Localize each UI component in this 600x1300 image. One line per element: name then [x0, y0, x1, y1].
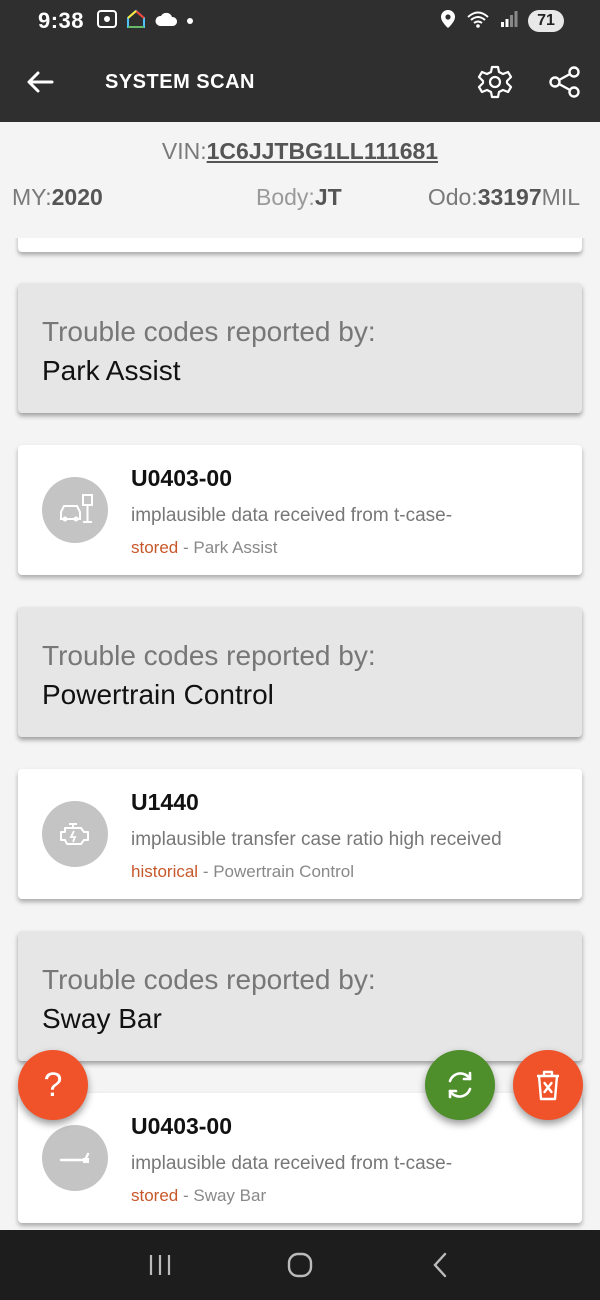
app-bar: SYSTEM SCAN: [0, 42, 600, 122]
group-module-name: Park Assist: [42, 355, 181, 386]
home-button[interactable]: [270, 1235, 330, 1295]
arrow-left-icon: [27, 71, 54, 93]
code-status: historical: [131, 862, 199, 881]
group-caption: Trouble codes reported by:: [42, 964, 376, 995]
trouble-code-card[interactable]: U1440 implausible transfer case ratio hi…: [18, 769, 582, 899]
home-circle-icon: [287, 1252, 313, 1278]
settings-button[interactable]: [460, 42, 530, 122]
system-back-button[interactable]: [410, 1235, 470, 1295]
status-time: 9:38: [38, 8, 85, 33]
odo-unit: MIL: [541, 184, 580, 210]
code-source: - Sway Bar: [178, 1186, 267, 1205]
body-value: JT: [314, 184, 342, 210]
model-year-value: 2020: [51, 184, 103, 210]
location-icon: [440, 9, 456, 34]
trouble-code-list[interactable]: Trouble codes reported by: Park Assist U…: [0, 238, 600, 1230]
trouble-code-card[interactable]: U0403-00 implausible data received from …: [18, 1093, 582, 1223]
page-title: SYSTEM SCAN: [105, 70, 255, 93]
vehicle-meta: MY:2020 Body:JT Odo:33197MIL: [0, 184, 600, 214]
cloud-icon: [154, 11, 178, 32]
odo-label: Odo:: [427, 184, 478, 210]
code-source: - Park Assist: [178, 538, 278, 557]
group-caption: Trouble codes reported by:: [42, 640, 376, 671]
refresh-button[interactable]: [425, 1050, 495, 1120]
vin-link[interactable]: 1C6JJTBG1LL111681: [207, 138, 438, 164]
dot-icon: [186, 12, 194, 30]
battery-level: 71: [528, 10, 564, 32]
code-status: stored: [131, 538, 179, 557]
help-label: ?: [43, 1065, 63, 1104]
help-button[interactable]: ?: [18, 1050, 88, 1120]
system-nav-bar: [0, 1230, 600, 1300]
trash-icon: [537, 1070, 559, 1101]
code-source: - Powertrain Control: [198, 862, 354, 881]
code-description: implausible transfer case ratio high rec…: [131, 829, 502, 850]
group-module-name: Powertrain Control: [42, 679, 274, 710]
code-description: implausible data received from t-case-: [131, 1153, 453, 1174]
share-button[interactable]: [530, 42, 600, 122]
park-assist-icon: [42, 477, 108, 543]
code-id: U1440: [131, 789, 199, 815]
group-header-powertrain-control: Trouble codes reported by: Powertrain Co…: [18, 607, 582, 737]
refresh-icon: [448, 1071, 472, 1099]
odometer: Odo:33197MIL: [428, 184, 580, 211]
group-module-name: Sway Bar: [42, 1003, 162, 1034]
home-app-icon: [126, 9, 146, 34]
back-button[interactable]: [0, 42, 80, 122]
code-footer: stored - Park Assist: [131, 538, 277, 558]
code-id: U0403-00: [131, 465, 233, 491]
model-year-label: MY:: [12, 184, 52, 210]
sway-bar-icon: [42, 1125, 108, 1191]
signal-icon: [500, 10, 518, 33]
wifi-icon: [466, 9, 490, 34]
group-caption: Trouble codes reported by:: [42, 316, 376, 347]
body-code: Body:JT: [256, 184, 342, 211]
code-id: U0403-00: [131, 1113, 233, 1139]
code-description: implausible data received from t-case-: [131, 505, 453, 526]
gear-icon: [477, 65, 513, 99]
delete-codes-button[interactable]: [513, 1050, 583, 1120]
vin-label: VIN:: [161, 138, 207, 164]
code-footer: stored - Sway Bar: [131, 1186, 266, 1206]
list-item[interactable]: [18, 238, 582, 252]
status-bar: 9:38 71: [0, 0, 600, 42]
vin-row: VIN:1C6JJTBG1LL111681: [0, 138, 600, 165]
trouble-code-card[interactable]: U0403-00 implausible data received from …: [18, 445, 582, 575]
chevron-left-icon: [433, 1252, 447, 1278]
recents-icon: [149, 1255, 171, 1275]
group-header-sway-bar: Trouble codes reported by: Sway Bar: [18, 931, 582, 1061]
engine-icon: [42, 801, 108, 867]
body-label: Body:: [256, 184, 315, 210]
screenshot-icon: [96, 9, 118, 34]
share-icon: [549, 66, 580, 98]
odo-value: 33197: [477, 184, 542, 210]
code-footer: historical - Powertrain Control: [131, 862, 354, 882]
code-status: stored: [131, 1186, 179, 1205]
recents-button[interactable]: [130, 1235, 190, 1295]
model-year: MY:2020: [12, 184, 103, 211]
group-header-park-assist: Trouble codes reported by: Park Assist: [18, 283, 582, 413]
